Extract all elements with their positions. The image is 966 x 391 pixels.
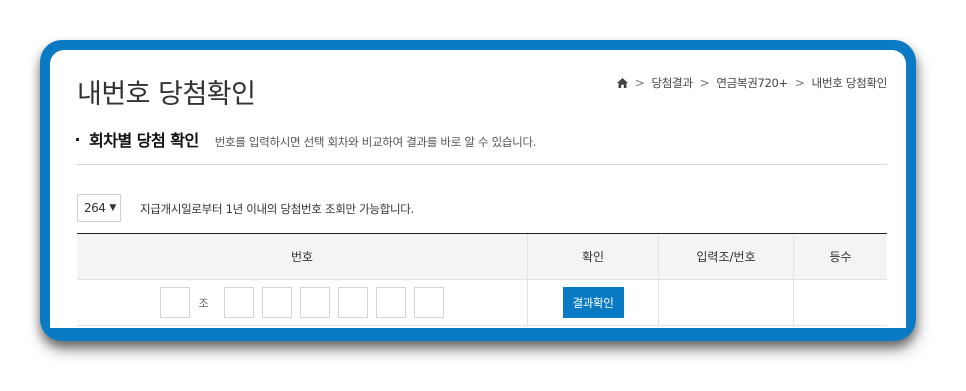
round-select[interactable]: 264 ▼ <box>77 194 121 222</box>
content-panel: 내번호 당첨확인 > 당첨결과 > 연금복권720+ > 내번호 당첨확인 회차… <box>50 50 906 328</box>
check-result-button[interactable]: 결과확인 <box>562 287 624 318</box>
divider <box>77 164 887 165</box>
chevron-right-icon: > <box>794 76 805 90</box>
header-confirm: 확인 <box>528 234 659 279</box>
number-input-cell: 조 <box>77 280 528 325</box>
breadcrumb-item-current: 내번호 당첨확인 <box>811 76 888 90</box>
window-frame: 내번호 당첨확인 > 당첨결과 > 연금복권720+ > 내번호 당첨확인 회차… <box>40 40 916 341</box>
confirm-cell: 결과확인 <box>528 280 659 325</box>
digit-input-2[interactable] <box>261 287 292 318</box>
input-group-number-cell <box>659 280 794 325</box>
chevron-right-icon: > <box>699 76 710 90</box>
result-table: 번호 확인 입력조/번호 등수 조 결과확인 <box>77 233 887 326</box>
digit-input-6[interactable] <box>413 287 444 318</box>
rank-cell <box>794 280 887 325</box>
table-header-row: 번호 확인 입력조/번호 등수 <box>77 234 887 280</box>
breadcrumb: > 당첨결과 > 연금복권720+ > 내번호 당첨확인 <box>616 75 888 91</box>
digit-input-5[interactable] <box>375 287 406 318</box>
round-select-value: 264 <box>84 201 106 215</box>
section-title: 회차별 당첨 확인 <box>89 131 199 150</box>
header-number: 번호 <box>77 234 528 279</box>
group-label: 조 <box>198 296 209 310</box>
bullet-icon <box>76 138 79 141</box>
section-description: 번호를 입력하시면 선택 회차와 비교하여 결과를 바로 알 수 있습니다. <box>214 135 537 149</box>
chevron-right-icon: > <box>634 76 645 90</box>
home-icon[interactable] <box>616 78 628 88</box>
group-input[interactable] <box>160 287 191 318</box>
header-rank: 등수 <box>829 250 852 264</box>
digit-input-1[interactable] <box>223 287 254 318</box>
page-title: 내번호 당첨확인 <box>77 79 256 110</box>
digit-input-4[interactable] <box>337 287 368 318</box>
notice-text: 지급개시일로부터 1년 이내의 당첨번호 조회만 가능합니다. <box>140 202 414 216</box>
table-row: 조 결과확인 <box>77 280 887 326</box>
breadcrumb-item-results[interactable]: 당첨결과 <box>652 75 693 91</box>
caret-down-icon: ▼ <box>109 203 116 213</box>
header-input-group-number: 입력조/번호 <box>659 234 794 279</box>
digit-input-3[interactable] <box>299 287 330 318</box>
section-header: 회차별 당첨 확인 번호를 입력하시면 선택 회차와 비교하여 결과를 바로 알… <box>76 127 536 151</box>
breadcrumb-item-pension-lottery[interactable]: 연금복권720+ <box>716 75 788 91</box>
